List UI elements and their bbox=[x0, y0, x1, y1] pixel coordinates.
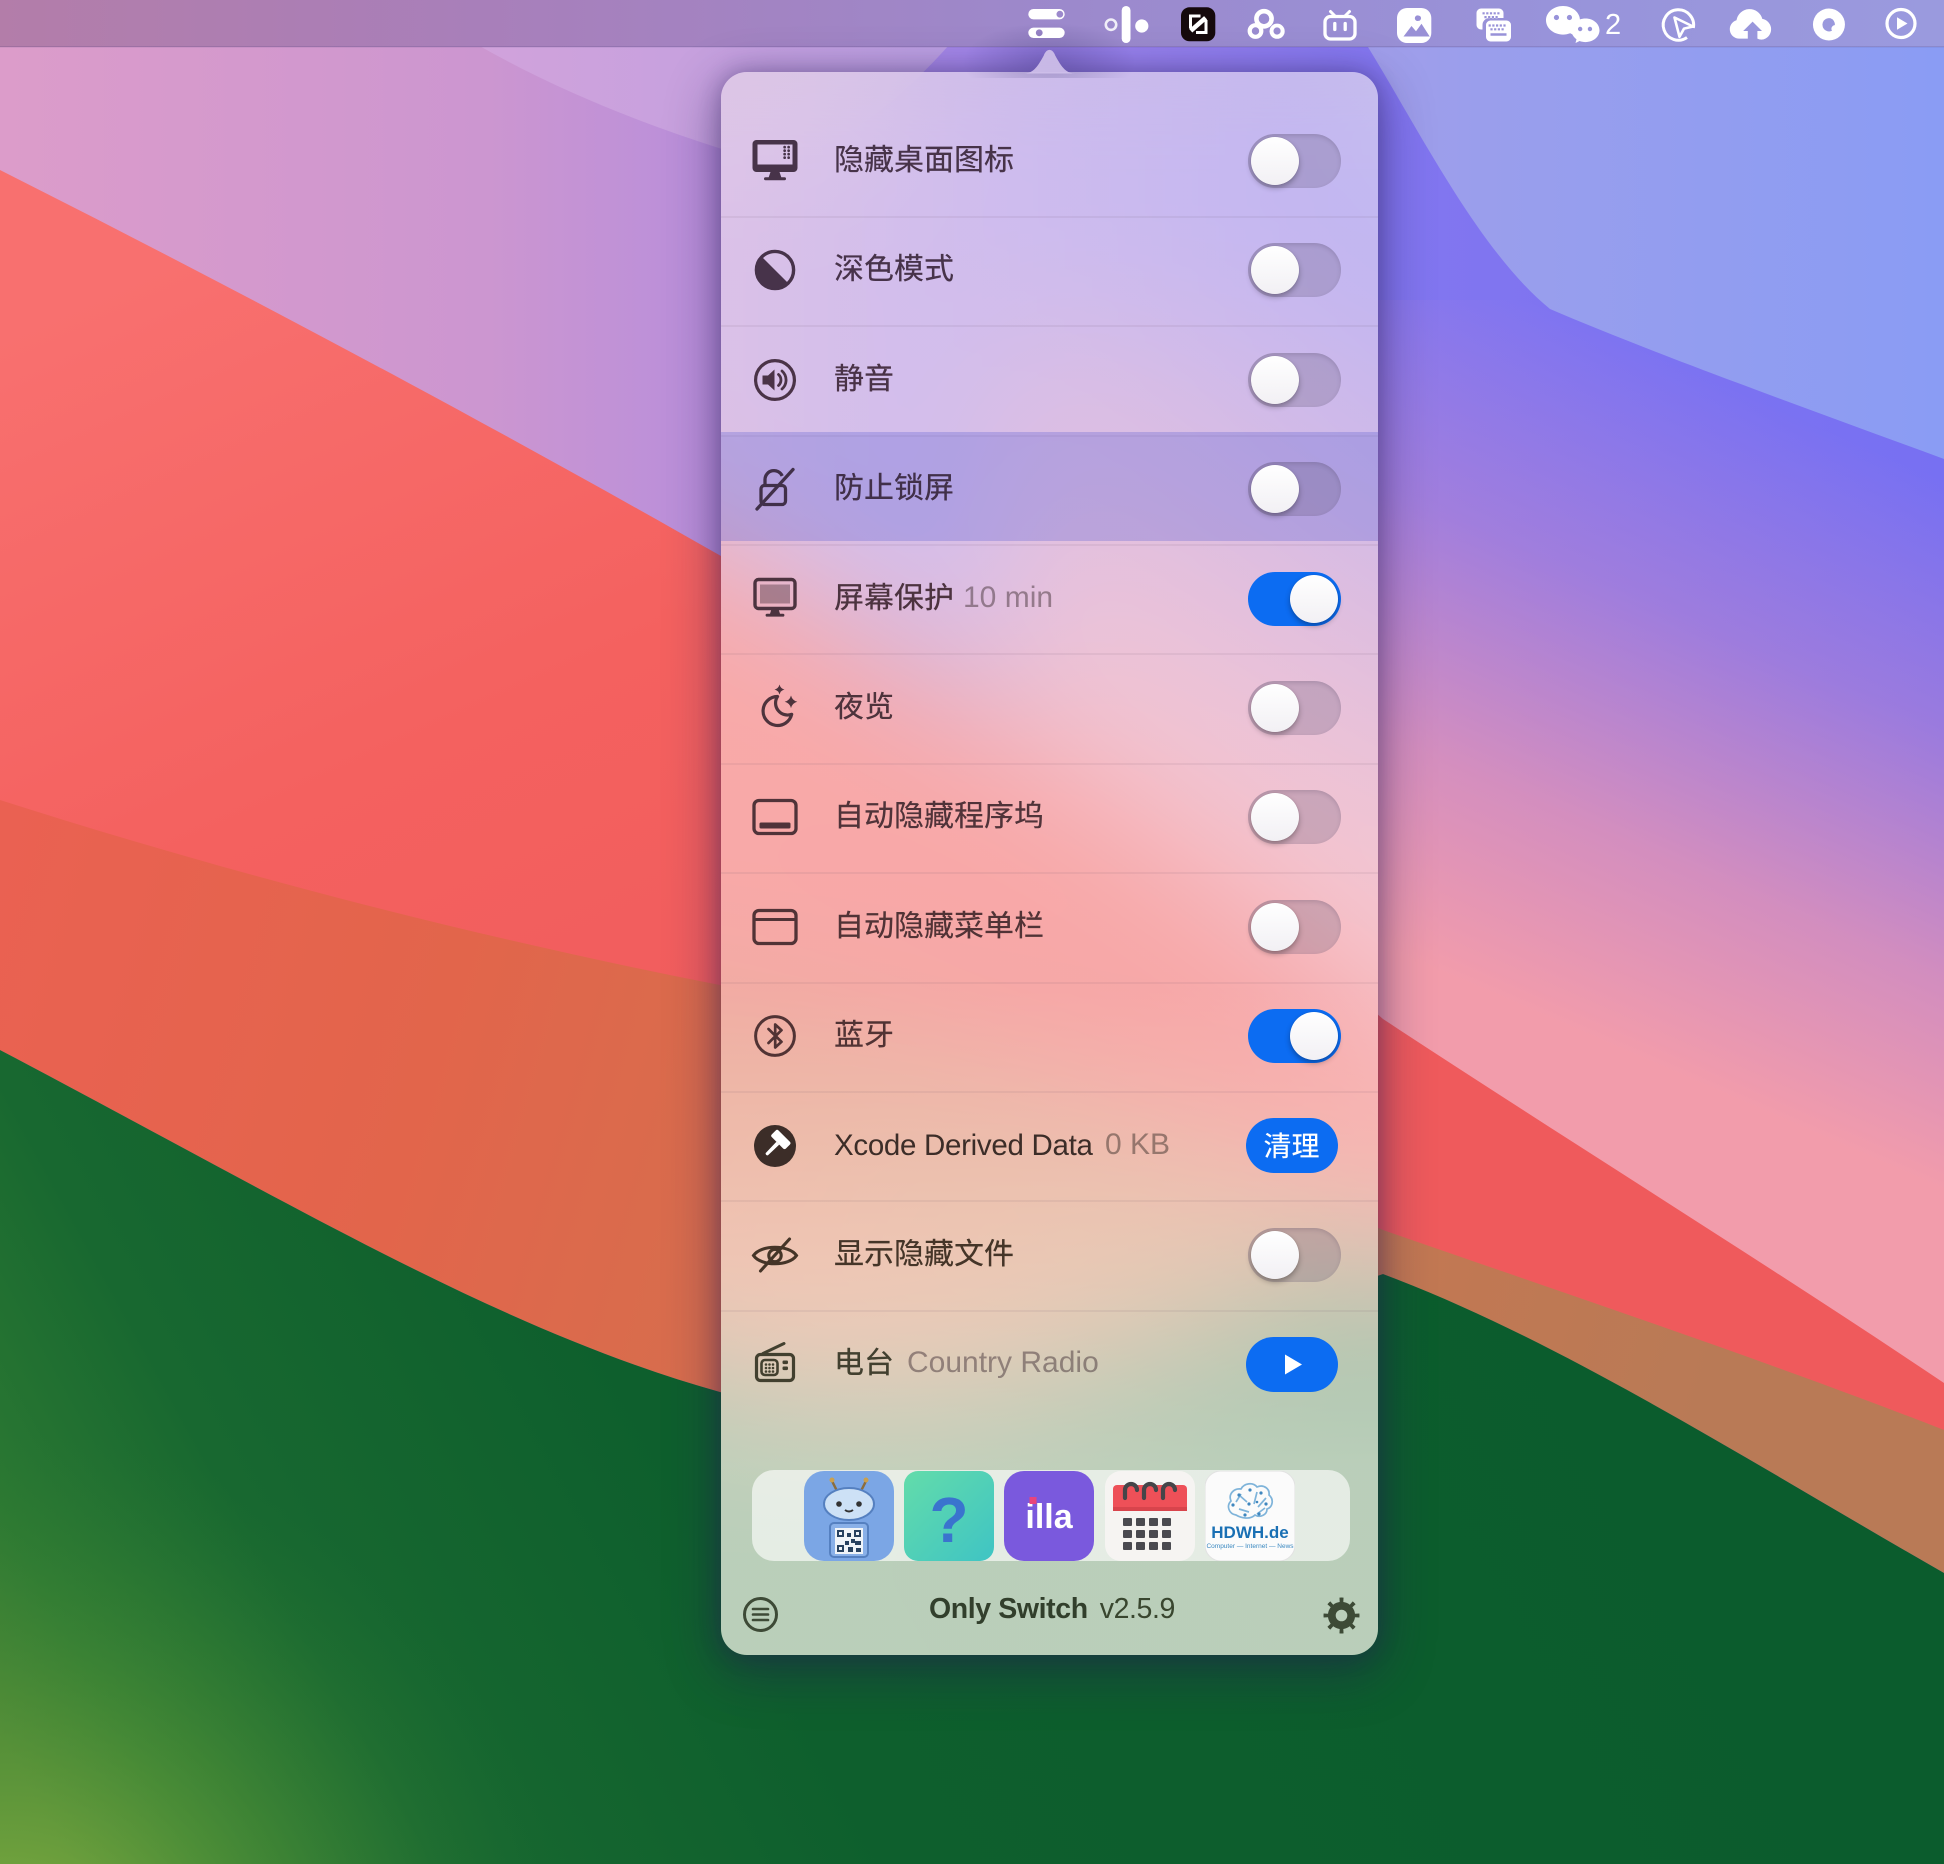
svg-text:?: ? bbox=[929, 1484, 968, 1556]
svg-text:Computer — Internet — News: Computer — Internet — News bbox=[1207, 1543, 1295, 1550]
svg-text:HDWH.de: HDWH.de bbox=[1211, 1523, 1288, 1542]
svg-text:2: 2 bbox=[1605, 9, 1621, 41]
